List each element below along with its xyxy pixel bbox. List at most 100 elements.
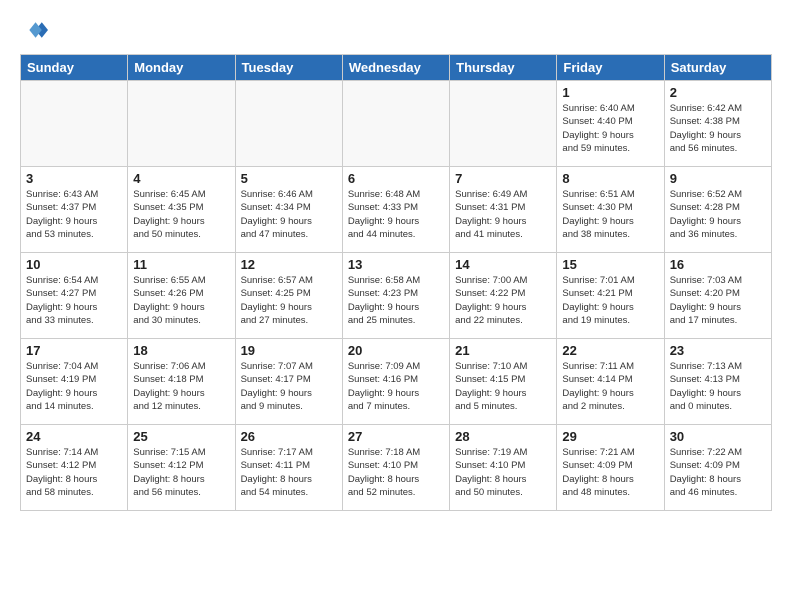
calendar-cell: 24Sunrise: 7:14 AM Sunset: 4:12 PM Dayli… bbox=[21, 425, 128, 511]
day-info: Sunrise: 7:00 AM Sunset: 4:22 PM Dayligh… bbox=[455, 274, 551, 327]
calendar-week-4: 24Sunrise: 7:14 AM Sunset: 4:12 PM Dayli… bbox=[21, 425, 772, 511]
day-info: Sunrise: 7:17 AM Sunset: 4:11 PM Dayligh… bbox=[241, 446, 337, 499]
calendar-week-0: 1 Sunrise: 6:40 AM Sunset: 4:40 PM Daylig… bbox=[21, 81, 772, 167]
day-info: Sunrise: 6:58 AM Sunset: 4:23 PM Dayligh… bbox=[348, 274, 444, 327]
day-number: 3 bbox=[26, 171, 122, 186]
logo-icon bbox=[20, 16, 48, 44]
day-number: 23 bbox=[670, 343, 766, 358]
day-number: 22 bbox=[562, 343, 658, 358]
day-number: 25 bbox=[133, 429, 229, 444]
day-number: 7 bbox=[455, 171, 551, 186]
day-info: Sunrise: 6:51 AM Sunset: 4:30 PM Dayligh… bbox=[562, 188, 658, 241]
calendar-header-wednesday: Wednesday bbox=[342, 55, 449, 81]
calendar-header-thursday: Thursday bbox=[450, 55, 557, 81]
day-info: Sunrise: 7:13 AM Sunset: 4:13 PM Dayligh… bbox=[670, 360, 766, 413]
day-info: Sunrise: 6:40 AM Sunset: 4:40 PM Dayligh… bbox=[562, 102, 658, 155]
calendar-cell: 18 Sunrise: 7:06 AM Sunset: 4:18 PM Dayli… bbox=[128, 339, 235, 425]
calendar-cell: 11 Sunrise: 6:55 AM Sunset: 4:26 PM Dayli… bbox=[128, 253, 235, 339]
calendar-cell: 17 Sunrise: 7:04 AM Sunset: 4:19 PM Dayli… bbox=[21, 339, 128, 425]
day-info: Sunrise: 6:54 AM Sunset: 4:27 PM Dayligh… bbox=[26, 274, 122, 327]
logo bbox=[20, 16, 52, 44]
day-info: Sunrise: 6:52 AM Sunset: 4:28 PM Dayligh… bbox=[670, 188, 766, 241]
day-number: 13 bbox=[348, 257, 444, 272]
calendar-cell: 12 Sunrise: 6:57 AM Sunset: 4:25 PM Dayli… bbox=[235, 253, 342, 339]
day-number: 30 bbox=[670, 429, 766, 444]
page: SundayMondayTuesdayWednesdayThursdayFrid… bbox=[0, 0, 792, 612]
calendar-cell: 4 Sunrise: 6:45 AM Sunset: 4:35 PM Daylig… bbox=[128, 167, 235, 253]
day-info: Sunrise: 6:42 AM Sunset: 4:38 PM Dayligh… bbox=[670, 102, 766, 155]
calendar-cell: 1 Sunrise: 6:40 AM Sunset: 4:40 PM Daylig… bbox=[557, 81, 664, 167]
calendar-cell: 7 Sunrise: 6:49 AM Sunset: 4:31 PM Daylig… bbox=[450, 167, 557, 253]
day-number: 28 bbox=[455, 429, 551, 444]
day-info: Sunrise: 7:03 AM Sunset: 4:20 PM Dayligh… bbox=[670, 274, 766, 327]
day-number: 5 bbox=[241, 171, 337, 186]
calendar-cell: 13 Sunrise: 6:58 AM Sunset: 4:23 PM Dayli… bbox=[342, 253, 449, 339]
calendar-cell: 30 Sunrise: 7:22 AM Sunset: 4:09 PM Dayli… bbox=[664, 425, 771, 511]
calendar-cell: 14 Sunrise: 7:00 AM Sunset: 4:22 PM Dayli… bbox=[450, 253, 557, 339]
calendar-cell: 27Sunrise: 7:18 AM Sunset: 4:10 PM Dayli… bbox=[342, 425, 449, 511]
day-number: 10 bbox=[26, 257, 122, 272]
calendar-cell: 10 Sunrise: 6:54 AM Sunset: 4:27 PM Dayli… bbox=[21, 253, 128, 339]
day-info: Sunrise: 6:46 AM Sunset: 4:34 PM Dayligh… bbox=[241, 188, 337, 241]
day-number: 17 bbox=[26, 343, 122, 358]
calendar: SundayMondayTuesdayWednesdayThursdayFrid… bbox=[20, 54, 772, 511]
calendar-cell: 19 Sunrise: 7:07 AM Sunset: 4:17 PM Dayli… bbox=[235, 339, 342, 425]
day-info: Sunrise: 6:48 AM Sunset: 4:33 PM Dayligh… bbox=[348, 188, 444, 241]
day-info: Sunrise: 6:45 AM Sunset: 4:35 PM Dayligh… bbox=[133, 188, 229, 241]
day-number: 15 bbox=[562, 257, 658, 272]
calendar-header-tuesday: Tuesday bbox=[235, 55, 342, 81]
day-info: Sunrise: 6:49 AM Sunset: 4:31 PM Dayligh… bbox=[455, 188, 551, 241]
day-info: Sunrise: 7:09 AM Sunset: 4:16 PM Dayligh… bbox=[348, 360, 444, 413]
day-number: 18 bbox=[133, 343, 229, 358]
calendar-cell: 25 Sunrise: 7:15 AM Sunset: 4:12 PM Dayli… bbox=[128, 425, 235, 511]
calendar-cell: 2 Sunrise: 6:42 AM Sunset: 4:38 PM Daylig… bbox=[664, 81, 771, 167]
day-info: Sunrise: 7:10 AM Sunset: 4:15 PM Dayligh… bbox=[455, 360, 551, 413]
day-info: Sunrise: 6:43 AM Sunset: 4:37 PM Dayligh… bbox=[26, 188, 122, 241]
calendar-cell bbox=[235, 81, 342, 167]
day-number: 12 bbox=[241, 257, 337, 272]
day-info: Sunrise: 7:15 AM Sunset: 4:12 PM Dayligh… bbox=[133, 446, 229, 499]
day-info: Sunrise: 7:01 AM Sunset: 4:21 PM Dayligh… bbox=[562, 274, 658, 327]
day-number: 14 bbox=[455, 257, 551, 272]
calendar-cell: 21Sunrise: 7:10 AM Sunset: 4:15 PM Dayli… bbox=[450, 339, 557, 425]
day-number: 20 bbox=[348, 343, 444, 358]
day-info: Sunrise: 7:21 AM Sunset: 4:09 PM Dayligh… bbox=[562, 446, 658, 499]
calendar-cell: 3 Sunrise: 6:43 AM Sunset: 4:37 PM Daylig… bbox=[21, 167, 128, 253]
calendar-header-monday: Monday bbox=[128, 55, 235, 81]
calendar-cell: 8 Sunrise: 6:51 AM Sunset: 4:30 PM Daylig… bbox=[557, 167, 664, 253]
day-info: Sunrise: 7:04 AM Sunset: 4:19 PM Dayligh… bbox=[26, 360, 122, 413]
day-number: 8 bbox=[562, 171, 658, 186]
day-info: Sunrise: 7:19 AM Sunset: 4:10 PM Dayligh… bbox=[455, 446, 551, 499]
calendar-cell bbox=[450, 81, 557, 167]
day-number: 26 bbox=[241, 429, 337, 444]
calendar-cell: 29 Sunrise: 7:21 AM Sunset: 4:09 PM Dayli… bbox=[557, 425, 664, 511]
calendar-header-row: SundayMondayTuesdayWednesdayThursdayFrid… bbox=[21, 55, 772, 81]
day-info: Sunrise: 7:06 AM Sunset: 4:18 PM Dayligh… bbox=[133, 360, 229, 413]
calendar-cell bbox=[21, 81, 128, 167]
calendar-cell: 16 Sunrise: 7:03 AM Sunset: 4:20 PM Dayli… bbox=[664, 253, 771, 339]
calendar-cell: 5 Sunrise: 6:46 AM Sunset: 4:34 PM Daylig… bbox=[235, 167, 342, 253]
calendar-week-3: 17 Sunrise: 7:04 AM Sunset: 4:19 PM Dayli… bbox=[21, 339, 772, 425]
calendar-cell: 6 Sunrise: 6:48 AM Sunset: 4:33 PM Daylig… bbox=[342, 167, 449, 253]
day-info: Sunrise: 6:57 AM Sunset: 4:25 PM Dayligh… bbox=[241, 274, 337, 327]
calendar-header-friday: Friday bbox=[557, 55, 664, 81]
calendar-cell bbox=[128, 81, 235, 167]
day-number: 4 bbox=[133, 171, 229, 186]
day-info: Sunrise: 6:55 AM Sunset: 4:26 PM Dayligh… bbox=[133, 274, 229, 327]
calendar-cell: 23 Sunrise: 7:13 AM Sunset: 4:13 PM Dayli… bbox=[664, 339, 771, 425]
day-number: 2 bbox=[670, 85, 766, 100]
day-number: 16 bbox=[670, 257, 766, 272]
day-info: Sunrise: 7:22 AM Sunset: 4:09 PM Dayligh… bbox=[670, 446, 766, 499]
day-info: Sunrise: 7:18 AM Sunset: 4:10 PM Dayligh… bbox=[348, 446, 444, 499]
calendar-cell: 20 Sunrise: 7:09 AM Sunset: 4:16 PM Dayli… bbox=[342, 339, 449, 425]
day-number: 1 bbox=[562, 85, 658, 100]
day-number: 29 bbox=[562, 429, 658, 444]
day-number: 24 bbox=[26, 429, 122, 444]
day-number: 19 bbox=[241, 343, 337, 358]
day-info: Sunrise: 7:07 AM Sunset: 4:17 PM Dayligh… bbox=[241, 360, 337, 413]
day-number: 11 bbox=[133, 257, 229, 272]
header bbox=[20, 16, 772, 44]
day-number: 9 bbox=[670, 171, 766, 186]
calendar-header-saturday: Saturday bbox=[664, 55, 771, 81]
day-number: 6 bbox=[348, 171, 444, 186]
